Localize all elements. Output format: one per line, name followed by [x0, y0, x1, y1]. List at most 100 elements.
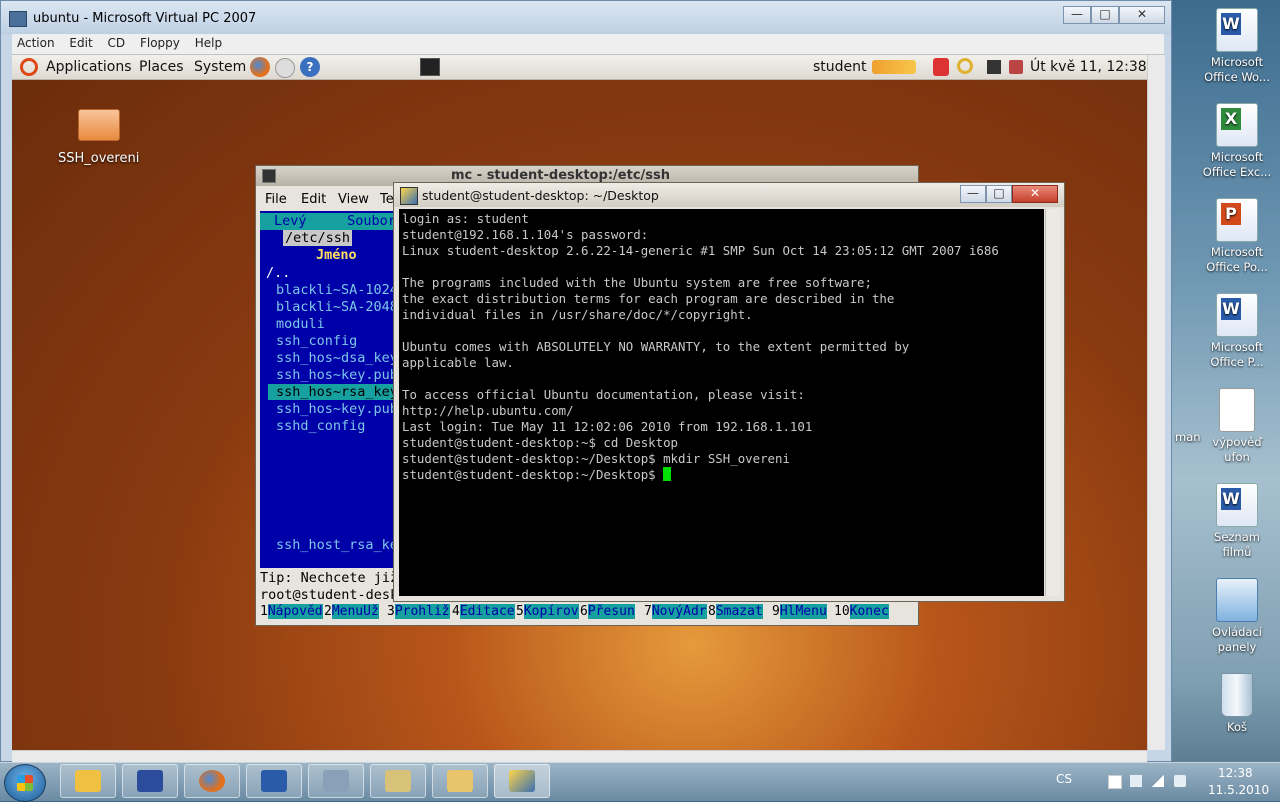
mc-tip: Tip: Nechcete již — [260, 570, 399, 586]
mc-fkey-8[interactable]: 8Smazat — [708, 604, 763, 619]
vpc-titlebar[interactable]: ubuntu - Microsoft Virtual PC 2007 — □ ✕ — [1, 1, 1171, 35]
search-icon[interactable] — [957, 58, 973, 74]
menu-action[interactable]: Action — [12, 34, 61, 50]
maximize-button[interactable]: □ — [1091, 6, 1119, 24]
mc-file-row[interactable]: moduli — [276, 316, 325, 332]
mc-file-row[interactable]: blackli~SA-2048 — [276, 299, 398, 315]
mc-fkey-2[interactable]: 2MenuUž — [324, 604, 379, 619]
terminal-line: login as: student — [402, 211, 529, 226]
mc-menu-view[interactable]: View — [338, 192, 369, 207]
mc-fkey-6[interactable]: 6Přesun — [580, 604, 635, 619]
desktop-icon-seznam[interactable]: Seznam filmů — [1199, 483, 1275, 560]
volume-icon[interactable] — [1174, 775, 1186, 787]
mc-fkey-1[interactable]: 1Nápověd — [260, 604, 323, 619]
control-panel-icon — [1216, 578, 1258, 622]
mc-window-icon — [262, 169, 276, 183]
network-icon[interactable] — [872, 60, 916, 74]
mc-file-row[interactable]: blackli~SA-1024 — [276, 282, 398, 298]
mc-menu-edit[interactable]: Edit — [301, 192, 326, 207]
ssh-titlebar[interactable]: student@student-desktop: ~/Desktop — □ ✕ — [394, 183, 1064, 207]
desktop-icon-control-panel[interactable]: Ovládací panely — [1199, 578, 1275, 655]
menu-places[interactable]: Places — [139, 59, 184, 75]
mc-file-row[interactable]: ssh_hos~key.pub — [276, 401, 398, 417]
update-icon[interactable] — [933, 58, 949, 76]
menu-applications[interactable]: Applications — [46, 59, 132, 75]
ubuntu-logo-icon — [20, 58, 38, 76]
start-button[interactable] — [4, 764, 46, 802]
taskbar-virtual-pc[interactable] — [308, 764, 364, 798]
document-icon — [1219, 388, 1255, 432]
ssh-scrollbar[interactable] — [1045, 209, 1060, 596]
mc-fkey-7[interactable]: 7NovýAdr — [644, 604, 707, 619]
terminal-line: student@student-desktop:~/Desktop$ mkdir… — [402, 451, 790, 466]
monitor-icon[interactable] — [987, 60, 1001, 74]
mc-file-row[interactable]: ssh_config — [276, 333, 357, 349]
mc-fkey-9[interactable]: 9HlMenu — [772, 604, 827, 619]
taskbar-save[interactable] — [122, 764, 178, 798]
taskbar-explorer[interactable] — [432, 764, 488, 798]
user-name[interactable]: student — [813, 59, 867, 75]
help-icon[interactable]: ? — [300, 57, 320, 77]
menu-edit[interactable]: Edit — [64, 34, 98, 50]
mc-selected-file-status: ssh_host_rsa_ke — [276, 537, 398, 553]
menu-system[interactable]: System — [194, 59, 246, 75]
minimize-button[interactable]: — — [960, 185, 986, 203]
volume-icon[interactable] — [1009, 60, 1023, 74]
language-indicator[interactable]: CS — [1056, 772, 1072, 786]
mc-file-row[interactable]: ssh_hos~dsa_key — [276, 350, 398, 366]
taskbar-word[interactable] — [246, 764, 302, 798]
mc-file-row[interactable]: /.. — [266, 265, 290, 281]
desktop-icon-recycle-bin[interactable]: Koš — [1199, 673, 1275, 735]
vpc-vertical-scrollbar[interactable] — [1147, 55, 1165, 750]
vpc-title: ubuntu - Microsoft Virtual PC 2007 — [33, 11, 257, 26]
vpc-app-icon — [9, 11, 27, 27]
signal-icon[interactable] — [1152, 775, 1164, 787]
panel-clock[interactable]: Út kvě 11, 12:38 — [1030, 59, 1147, 75]
flag-icon[interactable] — [1108, 775, 1122, 789]
mc-fkey-4[interactable]: 4Editace — [452, 604, 515, 619]
mc-fkey-5[interactable]: 5Kopírov — [516, 604, 579, 619]
menu-help[interactable]: Help — [190, 34, 228, 50]
folder-icon[interactable] — [78, 109, 120, 141]
desktop-icon-word[interactable]: Microsoft Office Wo... — [1199, 8, 1275, 85]
menu-cd[interactable]: CD — [103, 34, 132, 50]
desktop-icon-excel[interactable]: Microsoft Office Exc... — [1199, 103, 1275, 180]
folder-icon — [447, 770, 473, 792]
word-icon — [1216, 483, 1258, 527]
terminal-line: The programs included with the Ubuntu sy… — [402, 275, 872, 290]
folder-label[interactable]: SSH_overeni — [58, 151, 139, 166]
tray-date[interactable]: 11.5.2010 — [1208, 783, 1269, 797]
network-icon[interactable] — [1130, 775, 1142, 787]
mc-prompt[interactable]: root@student-desk — [260, 587, 398, 603]
ssh-terminal-output[interactable]: login as: student student@192.168.1.104'… — [399, 209, 1044, 596]
maximize-button[interactable]: □ — [986, 185, 1012, 203]
mc-file-row[interactable]: sshd_config — [276, 418, 365, 434]
terminal-icon[interactable] — [420, 58, 440, 76]
mc-menu-file[interactable]: File — [265, 192, 287, 207]
mc-file-row[interactable]: ssh_hos~key.pub — [276, 367, 398, 383]
menu-floppy[interactable]: Floppy — [135, 34, 186, 50]
tray-time[interactable]: 12:38 — [1218, 766, 1253, 780]
mail-icon[interactable] — [275, 58, 295, 78]
mc-column-header: Jméno — [316, 247, 357, 263]
taskbar-outlook[interactable] — [60, 764, 116, 798]
putty-icon — [509, 770, 535, 792]
firefox-icon[interactable] — [250, 57, 270, 77]
desktop-icon-vypoved[interactable]: výpověď ufon — [1199, 388, 1275, 465]
mc-fkey-3[interactable]: 3Prohliž — [387, 604, 450, 619]
taskbar-putty[interactable] — [494, 764, 550, 798]
mc-file-row-selected[interactable]: ssh_hos~rsa_key — [268, 384, 402, 400]
minimize-button[interactable]: — — [1063, 6, 1091, 24]
mc-menu-terminal[interactable]: Te — [380, 192, 394, 207]
desktop-icon-powerpoint[interactable]: Microsoft Office Po... — [1199, 198, 1275, 275]
terminal-line: http://help.ubuntu.com/ — [402, 403, 574, 418]
taskbar-firefox[interactable] — [184, 764, 240, 798]
taskbar-paint[interactable] — [370, 764, 426, 798]
close-button[interactable]: ✕ — [1012, 185, 1058, 203]
mc-fkey-10[interactable]: 10Konec — [834, 604, 889, 619]
close-button[interactable]: ✕ — [1119, 6, 1165, 24]
terminal-prompt-line[interactable]: student@student-desktop:~/Desktop$ — [402, 467, 1044, 483]
desktop-icon-publisher[interactable]: Microsoft Office P... — [1199, 293, 1275, 370]
